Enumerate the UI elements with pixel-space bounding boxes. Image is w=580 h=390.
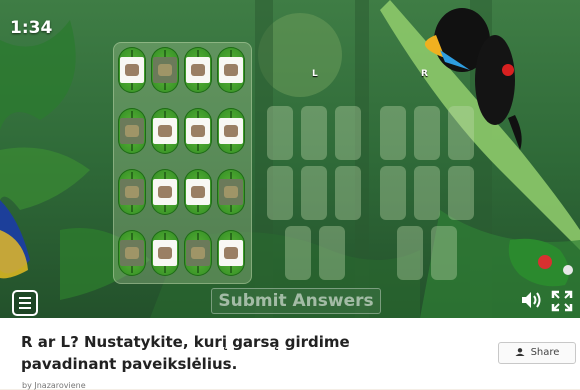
drop-slot[interactable]: [448, 166, 474, 220]
game-stage: 1:34 L R Submit Answers: [0, 0, 580, 318]
drop-slot[interactable]: [414, 166, 440, 220]
tower-photo-icon[interactable]: [219, 179, 243, 205]
hedgehog-photo-icon[interactable]: [120, 118, 144, 144]
drop-slot[interactable]: [301, 166, 327, 220]
drop-slot[interactable]: [397, 226, 423, 280]
drop-slot[interactable]: [380, 106, 406, 160]
drop-slot[interactable]: [319, 226, 345, 280]
submit-answers-button[interactable]: Submit Answers: [211, 288, 381, 314]
eraser-photo-icon[interactable]: [186, 118, 210, 144]
drop-slot[interactable]: [380, 166, 406, 220]
activity-title: R ar L? Nustatykite, kurį garsą girdime …: [21, 333, 350, 373]
drop-slot[interactable]: [448, 106, 474, 160]
drop-slot[interactable]: [301, 106, 327, 160]
drop-slot[interactable]: [414, 106, 440, 160]
knight-photo-icon[interactable]: [219, 118, 243, 144]
drop-slot[interactable]: [431, 226, 457, 280]
crab-photo-icon[interactable]: [153, 118, 177, 144]
car-photo-icon[interactable]: [120, 57, 144, 83]
speaker-icon[interactable]: [520, 290, 542, 310]
drop-slot[interactable]: [267, 106, 293, 160]
lion-photo-icon[interactable]: [120, 179, 144, 205]
drop-slot[interactable]: [335, 166, 361, 220]
user-icon: [515, 348, 525, 356]
animal-photo-icon[interactable]: [186, 240, 210, 266]
pavilion-photo-icon[interactable]: [219, 240, 243, 266]
share-label: Share: [530, 347, 560, 358]
drop-slot[interactable]: [335, 106, 361, 160]
lips-photo-icon[interactable]: [186, 179, 210, 205]
rock-photo-icon[interactable]: [153, 57, 177, 83]
car-toy-photo-icon[interactable]: [153, 240, 177, 266]
menu-icon[interactable]: [12, 290, 38, 316]
drop-slot[interactable]: [285, 226, 311, 280]
drop-slot[interactable]: [267, 166, 293, 220]
robot-photo-icon[interactable]: [219, 57, 243, 83]
countdown-timer: 1:34: [10, 18, 53, 38]
fullscreen-icon[interactable]: [551, 290, 573, 312]
tractor-photo-icon[interactable]: [186, 57, 210, 83]
group-label-r: R: [421, 69, 428, 79]
ship-photo-icon[interactable]: [120, 240, 144, 266]
mushroom-photo-icon[interactable]: [153, 179, 177, 205]
group-label-l: L: [312, 69, 318, 79]
share-button[interactable]: Share: [498, 342, 576, 364]
